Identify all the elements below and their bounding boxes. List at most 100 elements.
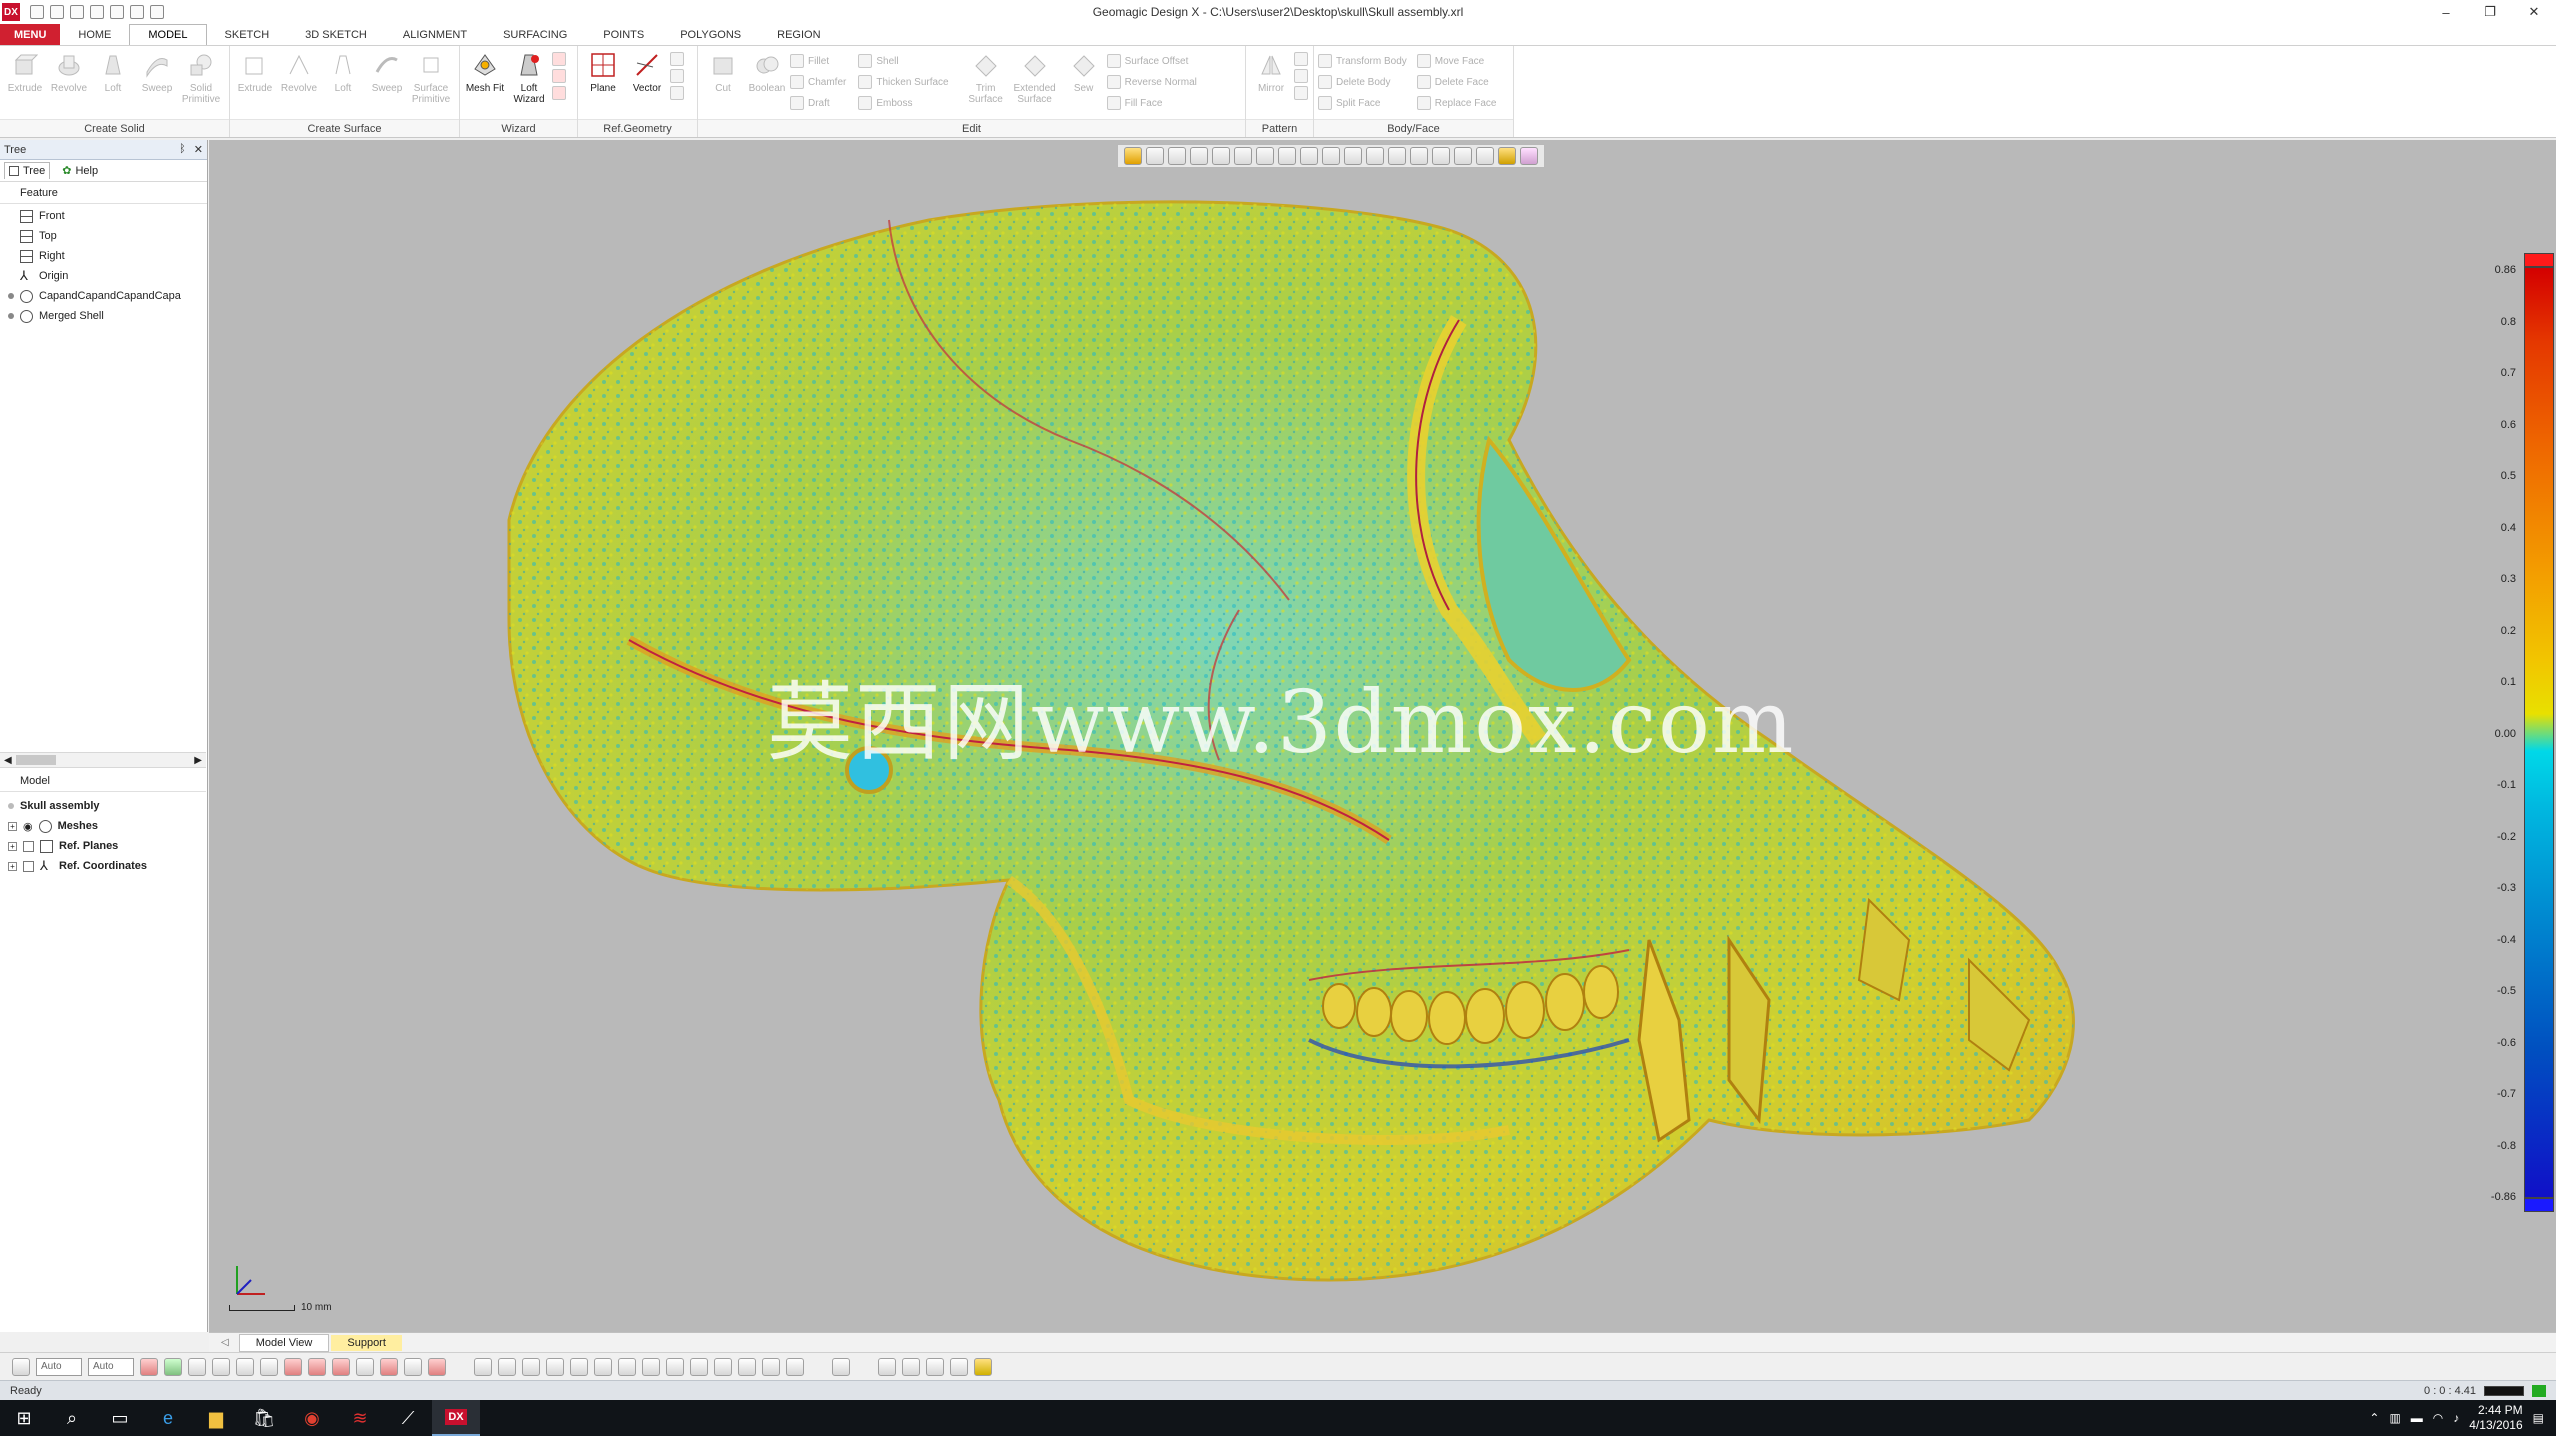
3d-viewport[interactable]: 莫西网www.3dmox.com 10 mm 0.86 0.8 0.7 0.6 0.5 0… <box>209 140 2556 1332</box>
filter-coord-icon[interactable] <box>404 1357 422 1376</box>
snap-vertex-icon[interactable] <box>642 1357 660 1376</box>
shell-button[interactable]: Shell <box>858 52 948 70</box>
snap-mesh-icon[interactable] <box>690 1357 708 1376</box>
wizard-small-1-icon[interactable] <box>552 52 566 66</box>
histogram-icon[interactable] <box>902 1357 920 1376</box>
solid-revolve-button[interactable]: Revolve <box>48 50 90 119</box>
tab-home[interactable]: HOME <box>60 24 129 45</box>
tab-surfacing[interactable]: SURFACING <box>485 24 585 45</box>
surface-offset-button[interactable]: Surface Offset <box>1106 52 1197 70</box>
tray-network-icon[interactable]: ▥ <box>2389 1411 2400 1425</box>
tray-wifi-icon[interactable]: ◠ <box>2433 1411 2443 1425</box>
expand-icon[interactable]: + <box>8 841 17 851</box>
tree-item-right[interactable]: Right <box>20 246 207 266</box>
tree-horizontal-scrollbar[interactable]: ◀ ▶ <box>0 752 206 768</box>
view-section-icon[interactable] <box>1278 147 1296 165</box>
close-button[interactable]: ✕ <box>2512 0 2556 24</box>
ref-point-icon[interactable] <box>670 52 684 66</box>
snap-point-icon[interactable] <box>498 1357 516 1376</box>
cut-button[interactable]: Cut <box>702 50 744 119</box>
tab-3d-sketch[interactable]: 3D SKETCH <box>287 24 385 45</box>
solid-sweep-button[interactable]: Sweep <box>136 50 178 119</box>
surface-revolve-button[interactable]: Revolve <box>278 50 320 119</box>
snap-grid-icon[interactable] <box>666 1357 684 1376</box>
accuracy-analyzer-icon[interactable] <box>974 1357 992 1376</box>
import-icon[interactable] <box>50 5 64 19</box>
filter-sketch-icon[interactable] <box>284 1357 302 1376</box>
deviation-icon[interactable] <box>878 1357 896 1376</box>
tab-tree[interactable]: Tree <box>4 162 51 179</box>
store-icon[interactable]: 🛍 <box>240 1400 288 1436</box>
expand-icon[interactable]: + <box>8 861 17 871</box>
tab-sketch[interactable]: SKETCH <box>207 24 288 45</box>
snap-region-icon[interactable] <box>714 1357 732 1376</box>
select-rect-icon[interactable] <box>1322 147 1340 165</box>
clock[interactable]: 2:44 PM 4/13/2016 <box>2469 1403 2522 1433</box>
selection-priority-combo[interactable]: Auto <box>88 1357 134 1376</box>
measure-icon[interactable] <box>1300 147 1318 165</box>
redo-icon[interactable] <box>150 5 164 19</box>
tab-alignment[interactable]: ALIGNMENT <box>385 24 485 45</box>
snap-edge-icon[interactable] <box>594 1357 612 1376</box>
pattern-small-1-icon[interactable] <box>1294 52 1308 66</box>
pattern-small-2-icon[interactable] <box>1294 69 1308 83</box>
filter-vector-icon[interactable] <box>380 1357 398 1376</box>
snap-body-icon[interactable] <box>738 1357 756 1376</box>
view-top-icon[interactable] <box>1234 147 1252 165</box>
visibility-icon[interactable] <box>1520 147 1538 165</box>
filter-edge-icon[interactable] <box>212 1357 230 1376</box>
minimize-button[interactable]: – <box>2424 0 2468 24</box>
reverse-normal-button[interactable]: Reverse Normal <box>1106 73 1197 91</box>
pin-icon[interactable]: ᛒ <box>179 143 186 156</box>
ref-coord-icon[interactable] <box>670 86 684 100</box>
selection-mode-icon[interactable] <box>12 1357 30 1376</box>
task-view-icon[interactable]: ▭ <box>96 1400 144 1436</box>
snap-sketch-icon[interactable] <box>762 1357 780 1376</box>
tab-support[interactable]: Support <box>331 1334 402 1351</box>
thicken-surface-button[interactable]: Thicken Surface <box>858 73 949 91</box>
model-item-ref-coordinates[interactable]: + ⅄ Ref. Coordinates <box>8 856 206 876</box>
view-right-icon[interactable] <box>1256 147 1274 165</box>
expand-icon[interactable]: + <box>8 821 17 831</box>
design-x-taskbar-icon[interactable]: DX <box>432 1400 480 1436</box>
tab-model-view[interactable]: Model View <box>238 1333 330 1352</box>
ref-axis-icon[interactable] <box>670 69 684 83</box>
solid-loft-button[interactable]: Loft <box>92 50 134 119</box>
report-icon[interactable] <box>950 1357 968 1376</box>
surface-extrude-button[interactable]: Extrude <box>234 50 276 119</box>
filter-mesh-icon[interactable] <box>140 1357 158 1376</box>
select-polyline-icon[interactable] <box>1366 147 1384 165</box>
file-explorer-icon[interactable]: ▆ <box>192 1400 240 1436</box>
tray-power-icon[interactable]: ▬ <box>2411 1411 2423 1425</box>
loft-wizard-button[interactable]: Loft Wizard <box>508 50 550 119</box>
view-cube-icon[interactable] <box>1146 147 1164 165</box>
filter-region-icon[interactable] <box>164 1357 182 1376</box>
mirror-button[interactable]: Mirror <box>1250 50 1292 119</box>
view-iso-icon[interactable] <box>1212 147 1230 165</box>
filter-point-icon[interactable] <box>332 1357 350 1376</box>
app-logo[interactable]: DX <box>2 3 20 21</box>
model-item-meshes[interactable]: + ◉ Meshes <box>8 816 206 836</box>
surface-sweep-button[interactable]: Sweep <box>366 50 408 119</box>
accuracy-icon[interactable] <box>926 1357 944 1376</box>
display-options-icon[interactable] <box>832 1357 850 1376</box>
tree-item-top[interactable]: Top <box>20 226 207 246</box>
eye-icon[interactable]: ◉ <box>23 820 33 833</box>
tab-scroll-left-icon[interactable]: ◁ <box>221 1337 229 1348</box>
trim-surface-button[interactable]: Trim Surface <box>965 50 1007 119</box>
extended-surface-button[interactable]: Extended Surface <box>1009 50 1061 119</box>
snap-circle-icon[interactable] <box>546 1357 564 1376</box>
render-mode-icon[interactable] <box>1124 147 1142 165</box>
visibility-checkbox[interactable] <box>23 840 34 852</box>
select-all-icon[interactable] <box>1454 147 1472 165</box>
selection-filter-combo[interactable]: Auto <box>36 1357 82 1376</box>
replace-face-button[interactable]: Replace Face <box>1416 94 1496 112</box>
select-circle-icon[interactable] <box>1344 147 1362 165</box>
view-front-icon[interactable] <box>1190 147 1208 165</box>
chamfer-button[interactable]: Chamfer <box>790 73 846 91</box>
tree-item-origin[interactable]: ⅄ Origin <box>20 266 207 286</box>
tree-item-merged-shell[interactable]: Merged Shell <box>8 306 207 326</box>
model-root[interactable]: Skull assembly <box>8 796 206 816</box>
filter-icon[interactable] <box>1476 147 1494 165</box>
scroll-left-icon[interactable]: ◀ <box>4 755 12 766</box>
